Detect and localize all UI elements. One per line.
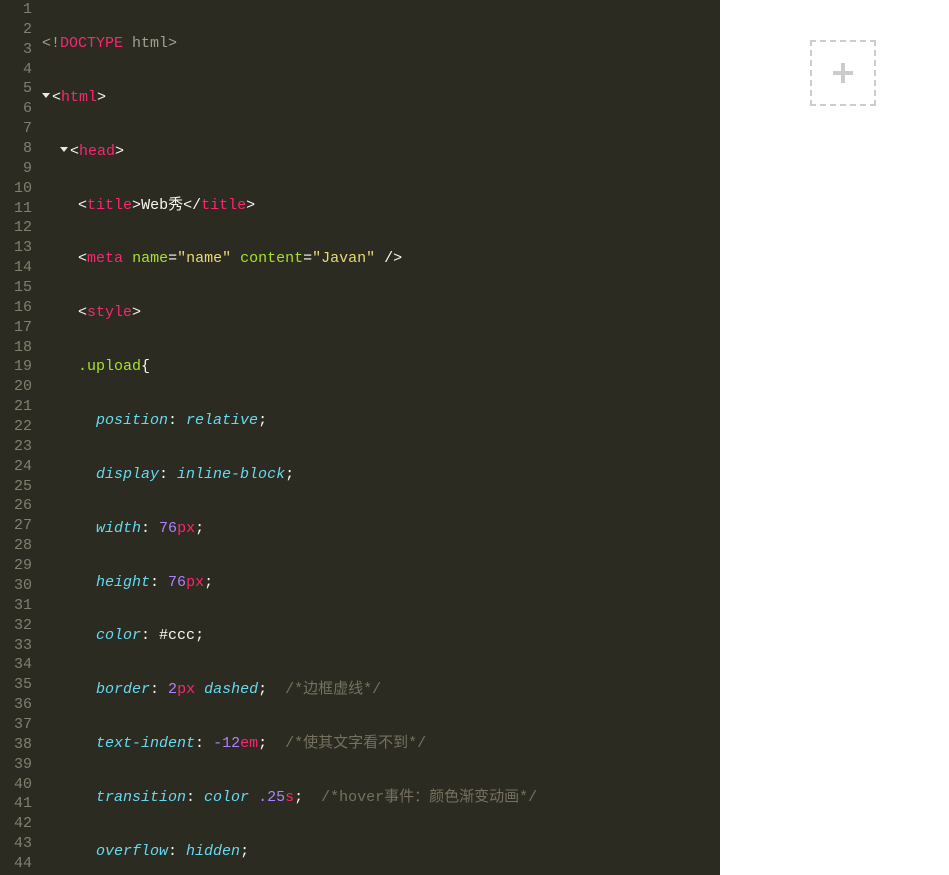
line-number-gutter: 1234567891011121314151617181920212223242… bbox=[0, 0, 38, 875]
line-number: 19 bbox=[0, 357, 32, 377]
line-number: 11 bbox=[0, 199, 32, 219]
line-number: 10 bbox=[0, 179, 32, 199]
code-line: transition: color .25s; /*hover事件：颜色渐变动画… bbox=[38, 788, 720, 808]
fold-arrow-icon[interactable] bbox=[60, 147, 68, 152]
line-number: 43 bbox=[0, 834, 32, 854]
line-number: 40 bbox=[0, 775, 32, 795]
line-number: 44 bbox=[0, 854, 32, 874]
line-number: 41 bbox=[0, 794, 32, 814]
line-number: 7 bbox=[0, 119, 32, 139]
code-line: height: 76px; bbox=[38, 573, 720, 593]
code-line: width: 76px; bbox=[38, 519, 720, 539]
line-number: 25 bbox=[0, 477, 32, 497]
line-number: 36 bbox=[0, 695, 32, 715]
line-number: 34 bbox=[0, 655, 32, 675]
upload-button[interactable] bbox=[810, 40, 876, 106]
line-number: 15 bbox=[0, 278, 32, 298]
line-number: 14 bbox=[0, 258, 32, 278]
code-line: <meta name="name" content="Javan" /> bbox=[38, 249, 720, 269]
line-number: 23 bbox=[0, 437, 32, 457]
line-number: 24 bbox=[0, 457, 32, 477]
line-number: 28 bbox=[0, 536, 32, 556]
line-number: 33 bbox=[0, 636, 32, 656]
line-number: 32 bbox=[0, 616, 32, 636]
line-number: 16 bbox=[0, 298, 32, 318]
line-number: 17 bbox=[0, 318, 32, 338]
line-number: 20 bbox=[0, 377, 32, 397]
line-number: 12 bbox=[0, 218, 32, 238]
line-number: 18 bbox=[0, 338, 32, 358]
line-number: 22 bbox=[0, 417, 32, 437]
line-number: 39 bbox=[0, 755, 32, 775]
code-editor-pane: 1234567891011121314151617181920212223242… bbox=[0, 0, 720, 875]
code-line: border: 2px dashed; /*边框虚线*/ bbox=[38, 680, 720, 700]
line-number: 29 bbox=[0, 556, 32, 576]
line-number: 4 bbox=[0, 60, 32, 80]
code-line: <html> bbox=[38, 88, 720, 108]
line-number: 13 bbox=[0, 238, 32, 258]
code-line: position: relative; bbox=[38, 411, 720, 431]
line-number: 38 bbox=[0, 735, 32, 755]
line-number: 5 bbox=[0, 79, 32, 99]
code-line: <title>Web秀</title> bbox=[38, 196, 720, 216]
line-number: 2 bbox=[0, 20, 32, 40]
code-line: <style> bbox=[38, 303, 720, 323]
line-number: 1 bbox=[0, 0, 32, 20]
code-line: display: inline-block; bbox=[38, 465, 720, 485]
line-number: 6 bbox=[0, 99, 32, 119]
line-number: 26 bbox=[0, 496, 32, 516]
line-number: 35 bbox=[0, 675, 32, 695]
line-number: 9 bbox=[0, 159, 32, 179]
line-number: 30 bbox=[0, 576, 32, 596]
line-number: 21 bbox=[0, 397, 32, 417]
code-line: overflow: hidden; bbox=[38, 842, 720, 862]
code-line: text-indent: -12em; /*使其文字看不到*/ bbox=[38, 734, 720, 754]
code-line: .upload{ bbox=[38, 357, 720, 377]
code-content[interactable]: <!DOCTYPE html> <html> <head> <title>Web… bbox=[38, 0, 720, 875]
code-line: <head> bbox=[38, 142, 720, 162]
code-line: color: #ccc; bbox=[38, 626, 720, 646]
line-number: 37 bbox=[0, 715, 32, 735]
code-line: <!DOCTYPE html> bbox=[38, 34, 720, 54]
preview-pane bbox=[720, 0, 949, 875]
line-number: 42 bbox=[0, 814, 32, 834]
line-number: 8 bbox=[0, 139, 32, 159]
line-number: 27 bbox=[0, 516, 32, 536]
line-number: 31 bbox=[0, 596, 32, 616]
line-number: 3 bbox=[0, 40, 32, 60]
fold-arrow-icon[interactable] bbox=[42, 93, 50, 98]
